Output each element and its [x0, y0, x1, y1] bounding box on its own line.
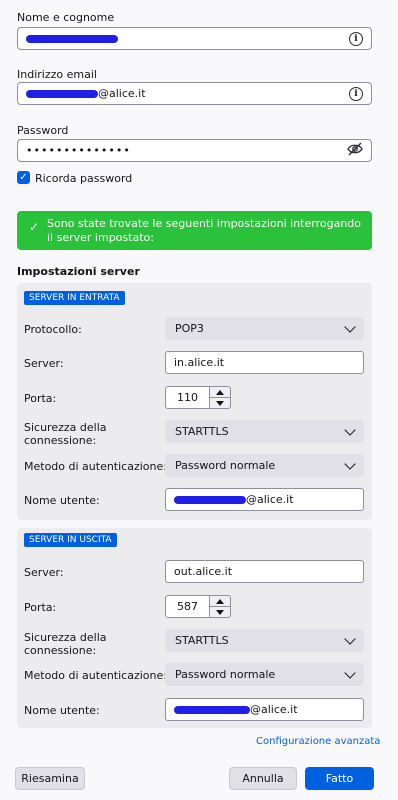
cancel-button[interactable]: Annulla: [229, 767, 297, 790]
outgoing-security-value: STARTTLS: [175, 634, 229, 647]
outgoing-security-label: Sicurezza della connessione:: [24, 631, 107, 657]
review-button[interactable]: Riesamina: [15, 767, 85, 790]
incoming-auth-value: Password normale: [175, 459, 276, 472]
chevron-down-icon: [344, 320, 356, 333]
eye-slash-icon[interactable]: [347, 142, 363, 159]
chevron-down-icon: [344, 423, 356, 436]
outgoing-port-stepper[interactable]: [209, 595, 231, 618]
remember-password-label[interactable]: Ricorda password: [35, 172, 132, 185]
incoming-username-label: Nome utente:: [24, 494, 100, 507]
name-field[interactable]: i: [17, 27, 372, 50]
outgoing-auth-label: Metodo di autenticazione:: [24, 669, 167, 682]
email-label: Indirizzo email: [17, 68, 97, 81]
protocol-value: POP3: [175, 322, 204, 335]
incoming-port-label: Porta:: [24, 392, 57, 405]
stepper-up-icon[interactable]: [210, 596, 230, 607]
incoming-security-label: Sicurezza della connessione:: [24, 421, 107, 447]
chevron-down-icon: [344, 457, 356, 470]
email-domain: @alice.it: [98, 87, 146, 100]
incoming-security-value: STARTTLS: [175, 425, 229, 438]
redacted-name: [26, 35, 118, 43]
outgoing-username-domain: @alice.it: [250, 703, 298, 716]
password-value: ••••••••••••••: [26, 144, 131, 157]
incoming-username-input[interactable]: @alice.it: [165, 488, 364, 511]
protocol-select[interactable]: POP3: [165, 317, 364, 340]
incoming-security-select[interactable]: STARTTLS: [165, 420, 364, 443]
outgoing-auth-select[interactable]: Password normale: [165, 663, 364, 686]
advanced-config-link[interactable]: Configurazione avanzata: [256, 736, 380, 747]
banner-text: Sono state trovate le seguenti impostazi…: [47, 217, 362, 244]
stepper-down-icon[interactable]: [210, 398, 230, 408]
outgoing-username-label: Nome utente:: [24, 704, 100, 717]
chevron-down-icon: [344, 666, 356, 679]
info-icon[interactable]: i: [349, 31, 363, 46]
outgoing-security-select[interactable]: STARTTLS: [165, 629, 364, 652]
checkmark-icon: ✓: [29, 220, 40, 234]
redacted-username: [174, 495, 246, 504]
redacted-username: [174, 705, 250, 714]
outgoing-port-label: Porta:: [24, 601, 57, 614]
incoming-server-label: Server:: [24, 357, 64, 370]
email-field[interactable]: @alice.it i: [17, 82, 372, 105]
outgoing-port-input[interactable]: 587: [165, 595, 210, 618]
incoming-server-input[interactable]: in.alice.it: [165, 351, 364, 374]
chevron-down-icon: [344, 632, 356, 645]
outgoing-username-input[interactable]: @alice.it: [165, 698, 364, 721]
success-banner: ✓ Sono state trovate le seguenti imposta…: [17, 211, 372, 250]
outgoing-server-label: Server:: [24, 566, 64, 579]
info-icon[interactable]: i: [349, 86, 363, 101]
password-field[interactable]: ••••••••••••••: [17, 139, 372, 162]
server-settings-heading: Impostazioni server: [17, 265, 140, 278]
incoming-server-badge: SERVER IN ENTRATA: [24, 291, 125, 305]
redacted-email: [26, 90, 98, 98]
stepper-up-icon[interactable]: [210, 387, 230, 398]
incoming-port-stepper[interactable]: [209, 386, 231, 409]
incoming-auth-label: Metodo di autenticazione:: [24, 460, 167, 473]
outgoing-server-badge: SERVER IN USCITA: [24, 533, 117, 547]
incoming-port-input[interactable]: 110: [165, 386, 210, 409]
name-label: Nome e cognome: [17, 11, 115, 24]
password-label: Password: [17, 124, 69, 137]
stepper-down-icon[interactable]: [210, 607, 230, 617]
protocol-label: Protocollo:: [24, 323, 82, 336]
done-button[interactable]: Fatto: [305, 767, 374, 790]
outgoing-server-input[interactable]: out.alice.it: [165, 560, 364, 583]
outgoing-auth-value: Password normale: [175, 668, 276, 681]
incoming-username-domain: @alice.it: [246, 493, 294, 506]
incoming-auth-select[interactable]: Password normale: [165, 454, 364, 477]
remember-password-checkbox[interactable]: ✓: [17, 171, 30, 184]
